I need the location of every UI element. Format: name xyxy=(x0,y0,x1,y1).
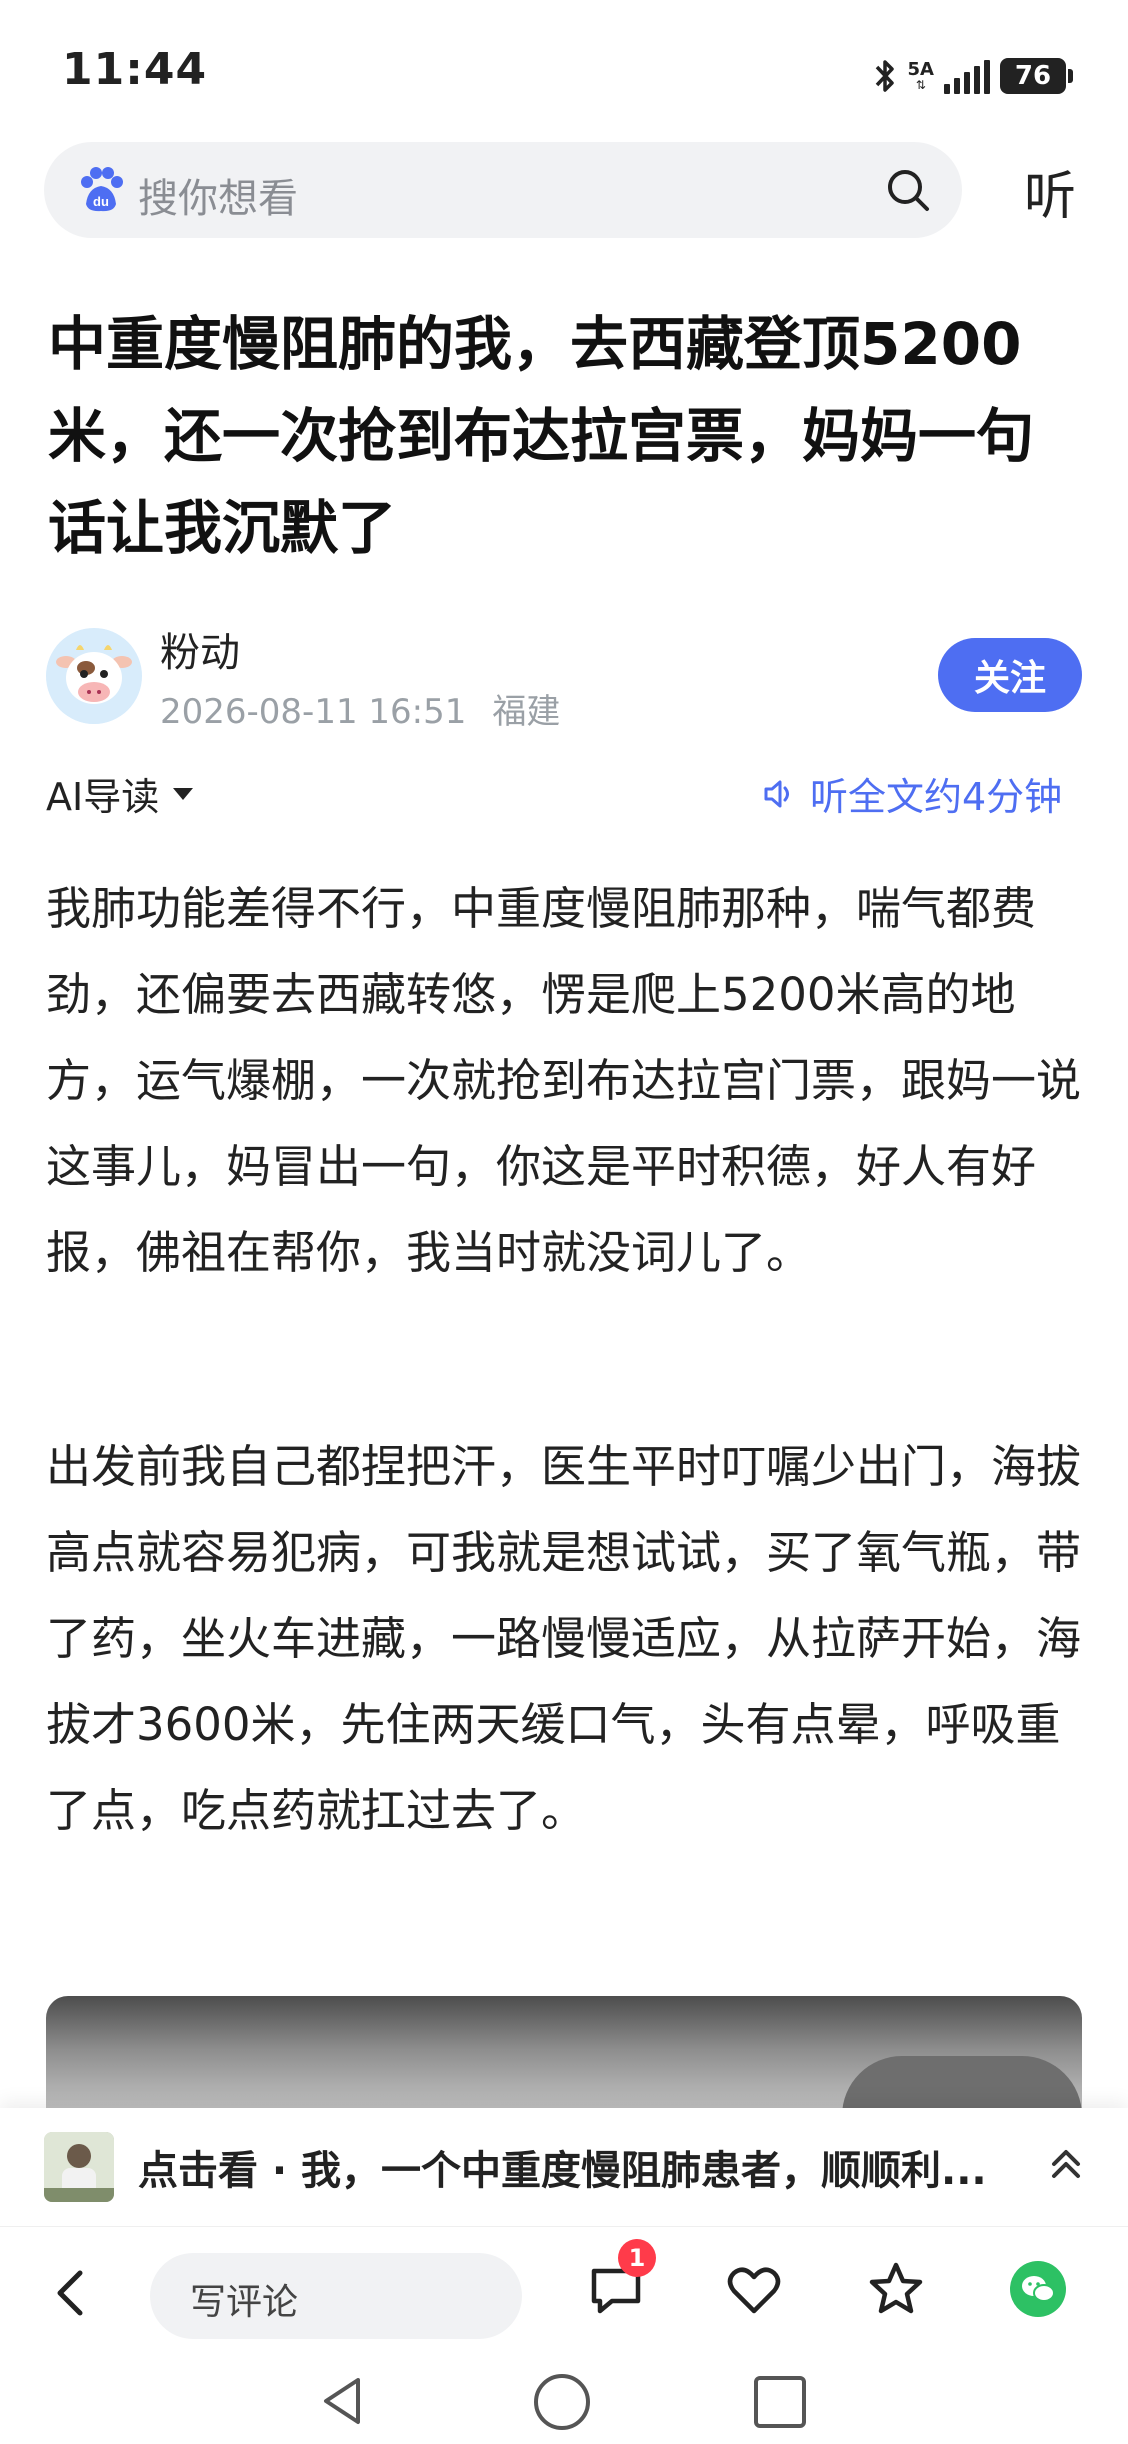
system-navigation-bar xyxy=(0,2356,1128,2444)
baidu-paw-icon: du xyxy=(81,167,123,212)
listen-button[interactable]: 听 xyxy=(1024,154,1076,229)
svg-text:du: du xyxy=(93,194,109,209)
double-chevron-up-icon[interactable] xyxy=(1046,2142,1086,2186)
publish-location: 福建 xyxy=(492,692,561,732)
nav-back-icon[interactable] xyxy=(318,2374,368,2428)
speaker-icon xyxy=(764,780,789,807)
article-image[interactable] xyxy=(46,1996,1082,2116)
search-placeholder: 搜你想看 xyxy=(138,176,298,222)
bluetooth-icon xyxy=(875,60,894,92)
network-indicator: 5A ⇅ xyxy=(907,59,934,92)
ai-guide-label: AI导读 xyxy=(46,775,160,819)
signal-icon xyxy=(944,58,990,94)
status-time: 11:44 xyxy=(62,44,208,95)
caret-down-icon xyxy=(173,787,194,800)
ai-guide-toggle[interactable]: AI导读 xyxy=(46,766,194,821)
back-arrow-icon[interactable] xyxy=(50,2265,90,2321)
comment-placeholder: 写评论 xyxy=(190,2282,299,2323)
recommendation-text: 点击看 · 我，一个中重度慢阻肺患者，顺顺利... xyxy=(138,2148,987,2194)
cow-avatar-icon xyxy=(46,628,142,724)
listen-full-label: 听全文约4分钟 xyxy=(810,775,1063,819)
comment-input[interactable]: 写评论 xyxy=(150,2253,522,2339)
data-arrows-icon: ⇅ xyxy=(915,78,926,92)
favorite-star-icon[interactable] xyxy=(864,2257,928,2321)
article-paragraph: 我肺功能差得不行，中重度慢阻肺那种，喘气都费劲，还偏要去西藏转悠，愣是爬上520… xyxy=(46,882,1082,1279)
recommendation-thumbnail xyxy=(44,2132,114,2202)
comment-count-badge: 1 xyxy=(618,2239,656,2277)
recommendation-bar[interactable]: 点击看 · 我，一个中重度慢阻肺患者，顺顺利... xyxy=(0,2108,1128,2226)
mountain-silhouette xyxy=(842,2056,1082,2116)
author-name[interactable]: 粉动 xyxy=(160,620,240,678)
search-bar[interactable]: du 搜你想看 xyxy=(44,142,962,238)
article-meta: 2026-08-11 16:51 福建 xyxy=(160,684,560,733)
search-icon[interactable] xyxy=(884,166,932,214)
status-icons: 5A ⇅ 76 xyxy=(872,52,1073,100)
article-paragraph: 出发前我自己都捏把汗，医生平时叮嘱少出门，海拔高点就容易犯病，可我就是想试试，买… xyxy=(46,1440,1082,1837)
avatar[interactable] xyxy=(46,628,142,724)
wechat-share-icon[interactable] xyxy=(1010,2261,1066,2317)
nav-recents-icon[interactable] xyxy=(752,2374,808,2430)
follow-button[interactable]: 关注 xyxy=(938,638,1082,712)
listen-full-button[interactable]: 听全文约4分钟 xyxy=(762,766,1062,821)
like-heart-icon[interactable] xyxy=(722,2257,786,2321)
battery-icon: 76 xyxy=(1000,58,1073,94)
wechat-logo-icon xyxy=(1022,2276,1055,2302)
thumbnail-image xyxy=(44,2132,114,2202)
bottom-action-bar: 写评论 1 xyxy=(0,2226,1128,2357)
network-type: 5A xyxy=(907,59,934,80)
publish-datetime: 2026-08-11 16:51 xyxy=(160,692,467,732)
nav-home-icon[interactable] xyxy=(532,2372,592,2432)
article-title: 中重度慢阻肺的我，去西藏登顶5200米，还一次抢到布达拉宫票，妈妈一句话让我沉默… xyxy=(48,310,1035,562)
